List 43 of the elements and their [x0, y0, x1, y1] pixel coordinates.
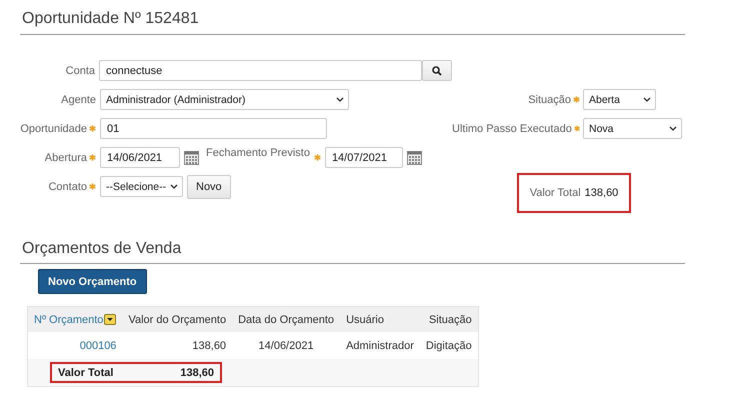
status-select[interactable]: Aberta [583, 89, 656, 110]
text-field[interactable]: 01 [100, 118, 327, 139]
table-cell: Administrador [340, 332, 420, 359]
table-cell: 14/06/2021 [232, 332, 340, 359]
status-select[interactable]: Nova [583, 118, 682, 139]
total-value: 138,60 [180, 366, 214, 378]
date-field[interactable]: 14/06/2021 [100, 147, 180, 168]
column-header: Data do Orçamento [232, 306, 340, 332]
total-label: Valor Total [58, 366, 114, 378]
date-field[interactable]: 14/07/2021 [324, 147, 403, 168]
total-value: 138,60 [584, 187, 618, 199]
search-icon [432, 66, 442, 76]
page-title: Oportunidade Nº 152481 [20, 6, 685, 35]
field-label: Oportunidade [20, 122, 87, 134]
section-title: Orçamentos de Venda [20, 240, 685, 264]
field-label: Contato [48, 180, 87, 192]
total-label: Valor Total [530, 187, 581, 199]
account-field[interactable]: connectuse [99, 60, 422, 81]
field-label: Agente [61, 94, 96, 106]
column-header: Usuário [340, 306, 420, 332]
chevron-down-icon [170, 184, 178, 189]
field-label: Abertura [44, 152, 87, 164]
chevron-down-icon [336, 97, 344, 102]
search-button[interactable] [422, 60, 452, 81]
field-label: Conta [66, 64, 96, 76]
new-quote-button[interactable]: Novo Orçamento [38, 269, 147, 294]
dropdown-icon[interactable] [104, 314, 116, 325]
field-label: Ultimo Passo Executado [452, 122, 572, 134]
column-header[interactable]: Nº Orçamento [28, 306, 122, 332]
field-label: Situação [528, 94, 571, 106]
chevron-down-icon [669, 126, 677, 131]
chevron-down-icon [643, 97, 651, 102]
contact-select[interactable]: --Selecione-- [100, 176, 183, 197]
table-cell: 138,60 [122, 332, 232, 359]
agent-select[interactable]: Administrador (Administrador) [100, 89, 349, 110]
new-button[interactable]: Novo [187, 174, 231, 198]
field-label: Fechamento Previsto [206, 147, 310, 159]
quote-link[interactable]: 000106 [28, 332, 122, 359]
calendar-icon[interactable] [406, 150, 422, 164]
column-header: Valor do Orçamento [122, 306, 232, 332]
calendar-icon[interactable] [184, 150, 199, 164]
column-header: Situação [420, 306, 478, 332]
table-cell: Digitação [420, 332, 478, 359]
